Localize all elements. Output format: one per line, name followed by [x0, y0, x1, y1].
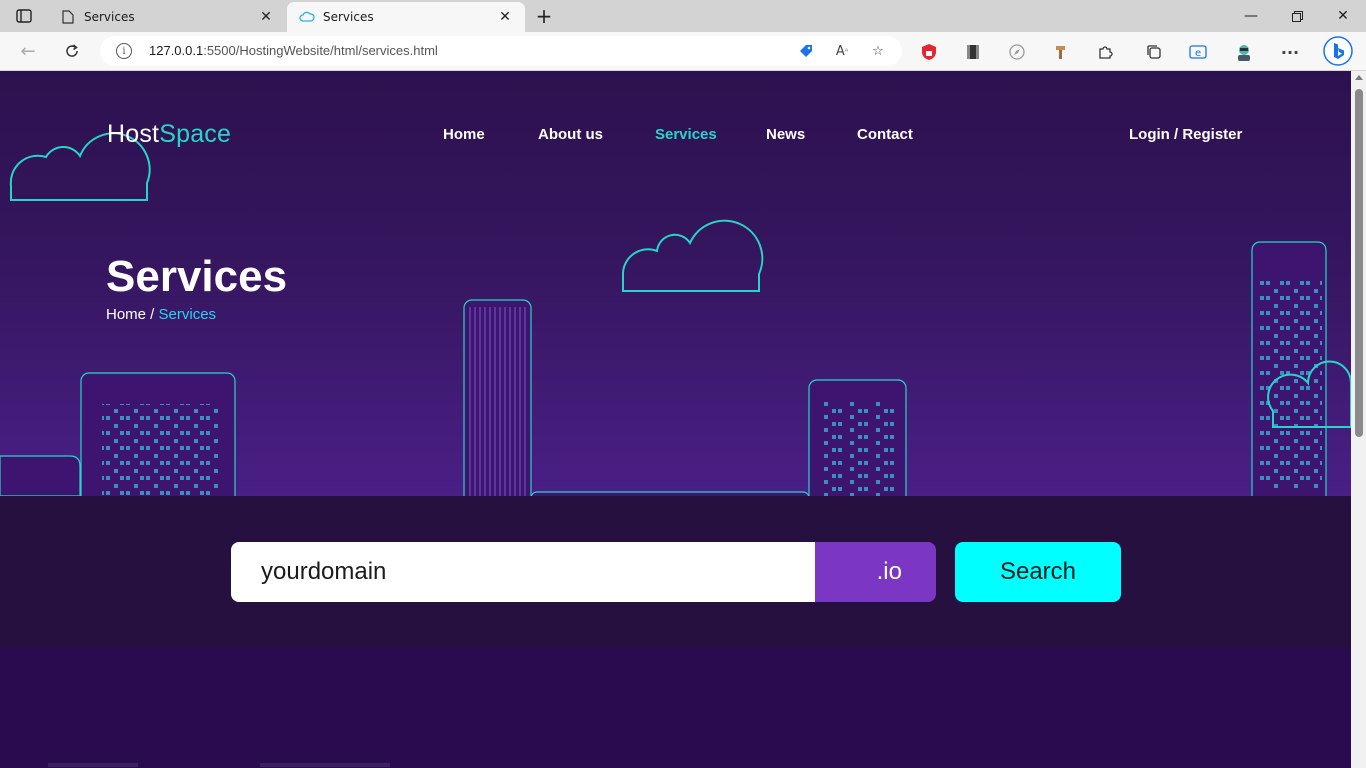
reader-extension-icon[interactable] — [962, 41, 984, 63]
divider — [48, 763, 138, 767]
page-icon — [60, 9, 76, 25]
read-aloud-icon[interactable]: Aᴬ — [832, 42, 852, 60]
browser-toolbar: ← i 127.0.0.1:5500/HostingWebsite/html/s… — [0, 32, 1366, 71]
building-decoration — [80, 372, 236, 496]
url-host: 127.0.0.1 — [149, 43, 204, 58]
browser-tab-inactive[interactable]: Services ✕ — [48, 2, 286, 32]
breadcrumb-home[interactable]: Home — [106, 306, 146, 323]
url-path: :5500/HostingWebsite/html/services.html — [203, 43, 438, 58]
back-icon[interactable]: ← — [13, 37, 43, 65]
logo-text-space: Space — [159, 120, 232, 148]
adblock-extension-icon[interactable] — [918, 41, 940, 63]
breadcrumb-separator: / — [146, 306, 159, 323]
new-tab-icon[interactable]: + — [531, 4, 557, 28]
page-scrollbar[interactable] — [1351, 71, 1366, 768]
address-bar[interactable]: i 127.0.0.1:5500/HostingWebsite/html/ser… — [100, 36, 902, 66]
scrollbar-thumb[interactable] — [1355, 89, 1363, 437]
bing-copilot-icon[interactable] — [1323, 36, 1353, 66]
close-window-icon[interactable]: ✕ — [1320, 0, 1366, 32]
url-text[interactable]: 127.0.0.1:5500/HostingWebsite/html/servi… — [149, 43, 438, 58]
logo-text-host: Host — [107, 120, 160, 148]
nav-home[interactable]: Home — [443, 126, 485, 143]
svg-text:e: e — [1195, 48, 1201, 59]
building-decoration — [463, 299, 532, 496]
tab-actions-icon[interactable] — [8, 5, 40, 27]
tld-selector[interactable]: .io — [815, 542, 936, 602]
collections-icon[interactable] — [1143, 41, 1165, 63]
hammer-extension-icon[interactable] — [1050, 41, 1072, 63]
site-logo[interactable]: HostSpace — [107, 120, 231, 149]
restore-icon[interactable] — [1274, 0, 1320, 32]
nav-about-us[interactable]: About us — [538, 126, 603, 143]
more-menu-icon[interactable]: ··· — [1279, 41, 1301, 63]
domain-search-section: yourdomain .io Search — [0, 496, 1351, 648]
page-title: Services — [106, 252, 288, 301]
add-favorite-icon[interactable]: ☆ — [868, 42, 888, 60]
scroll-up-icon[interactable] — [1355, 75, 1363, 80]
refresh-icon[interactable] — [57, 37, 87, 65]
compass-extension-icon[interactable] — [1006, 41, 1028, 63]
breadcrumb: Home / Services — [106, 306, 216, 323]
cloud-icon — [299, 9, 315, 25]
nav-services[interactable]: Services — [655, 126, 717, 143]
ie-mode-icon[interactable]: e — [1187, 41, 1209, 63]
next-section — [0, 648, 1351, 768]
nav-news[interactable]: News — [766, 126, 805, 143]
close-tab-icon[interactable]: ✕ — [258, 9, 274, 25]
tab-title: Services — [323, 10, 374, 24]
building-decoration — [1251, 241, 1327, 496]
browser-tab-active[interactable]: Services ✕ — [287, 2, 525, 32]
breadcrumb-current: Services — [158, 306, 217, 323]
web-page: HostSpace Home About us Services News Co… — [0, 71, 1351, 768]
domain-search-input[interactable]: yourdomain — [231, 542, 815, 602]
tab-title: Services — [84, 10, 135, 24]
minimize-icon[interactable]: — — [1228, 0, 1274, 32]
close-tab-icon[interactable]: ✕ — [497, 9, 513, 25]
login-register-link[interactable]: Login / Register — [1129, 126, 1242, 143]
nav-contact[interactable]: Contact — [857, 126, 913, 143]
extensions-puzzle-icon[interactable] — [1094, 41, 1116, 63]
profile-avatar-icon[interactable] — [1233, 41, 1255, 63]
divider — [260, 763, 390, 767]
hero-section: HostSpace Home About us Services News Co… — [0, 71, 1351, 496]
building-decoration — [808, 379, 907, 496]
search-button[interactable]: Search — [955, 542, 1121, 602]
site-info-icon[interactable]: i — [116, 43, 132, 59]
cloud-decoration — [622, 219, 764, 292]
shopping-tag-icon[interactable] — [796, 42, 816, 60]
browser-tab-bar: Services ✕ Services ✕ + — ✕ — [0, 0, 1366, 32]
